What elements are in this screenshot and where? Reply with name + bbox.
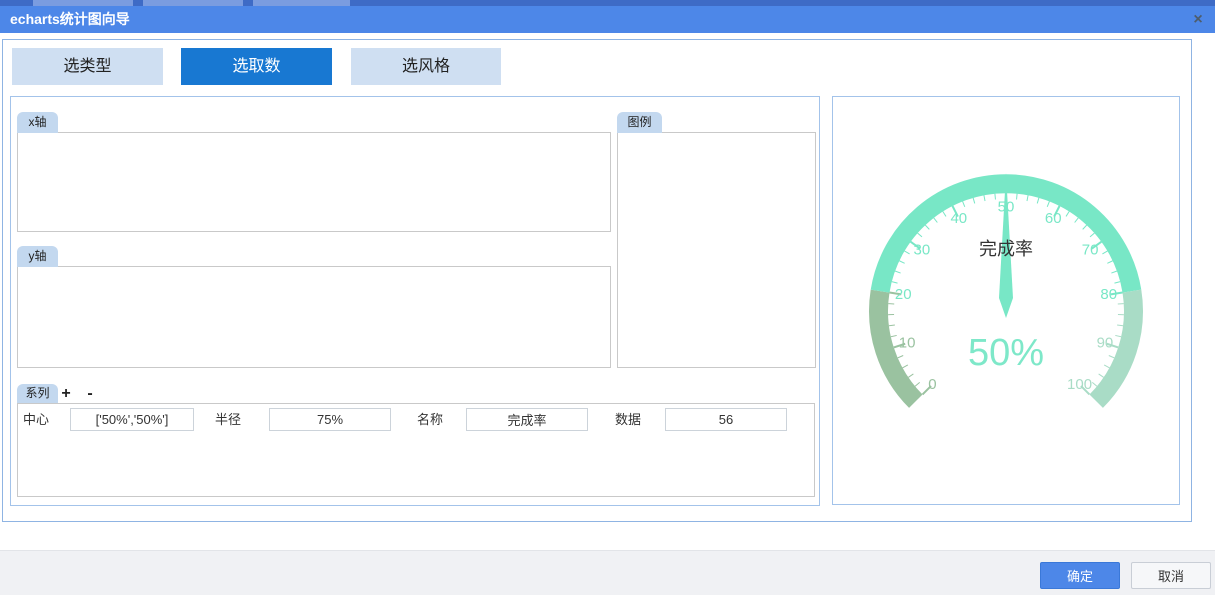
y-axis-label: y轴 xyxy=(17,246,58,267)
name-input[interactable] xyxy=(466,408,588,431)
y-axis-listbox[interactable] xyxy=(17,266,611,368)
tab-select-type[interactable]: 选类型 xyxy=(12,48,163,85)
cancel-button[interactable]: 取消 xyxy=(1131,562,1211,589)
series-remove-button[interactable]: - xyxy=(82,384,98,403)
series-label: 系列 xyxy=(17,384,58,403)
svg-text:10: 10 xyxy=(899,335,916,352)
tab-select-style[interactable]: 选风格 xyxy=(351,48,501,85)
radius-field-label: 半径 xyxy=(215,409,241,431)
name-field-label: 名称 xyxy=(417,409,443,431)
dialog-footer xyxy=(0,550,1215,595)
center-input[interactable] xyxy=(70,408,194,431)
svg-text:100: 100 xyxy=(1067,376,1092,393)
ok-button[interactable]: 确定 xyxy=(1040,562,1120,589)
svg-text:30: 30 xyxy=(914,241,931,258)
svg-text:50%: 50% xyxy=(968,332,1044,374)
dialog-title: echarts统计图向导 xyxy=(10,6,130,33)
svg-text:80: 80 xyxy=(1100,286,1117,303)
data-input[interactable] xyxy=(665,408,787,431)
dialog-titlebar: echarts统计图向导 × xyxy=(0,6,1215,33)
gauge-chart: 0102030405060708090100完成率50% xyxy=(833,97,1179,504)
svg-text:0: 0 xyxy=(928,376,936,393)
svg-text:90: 90 xyxy=(1097,335,1114,352)
data-field-label: 数据 xyxy=(615,409,641,431)
x-axis-listbox[interactable] xyxy=(17,132,611,232)
radius-input[interactable] xyxy=(269,408,391,431)
svg-text:70: 70 xyxy=(1082,241,1099,258)
series-add-button[interactable]: + xyxy=(58,384,74,403)
legend-listbox[interactable] xyxy=(617,132,816,368)
center-field-label: 中心 xyxy=(23,409,49,431)
svg-text:60: 60 xyxy=(1045,210,1062,227)
svg-text:20: 20 xyxy=(895,286,912,303)
tab-select-data[interactable]: 选取数 xyxy=(181,48,332,85)
legend-label: 图例 xyxy=(617,112,662,133)
svg-text:40: 40 xyxy=(950,210,967,227)
svg-text:完成率: 完成率 xyxy=(979,239,1033,259)
chart-preview-panel: 0102030405060708090100完成率50% xyxy=(832,96,1180,505)
close-icon[interactable]: × xyxy=(1188,10,1208,30)
x-axis-label: x轴 xyxy=(17,112,58,133)
